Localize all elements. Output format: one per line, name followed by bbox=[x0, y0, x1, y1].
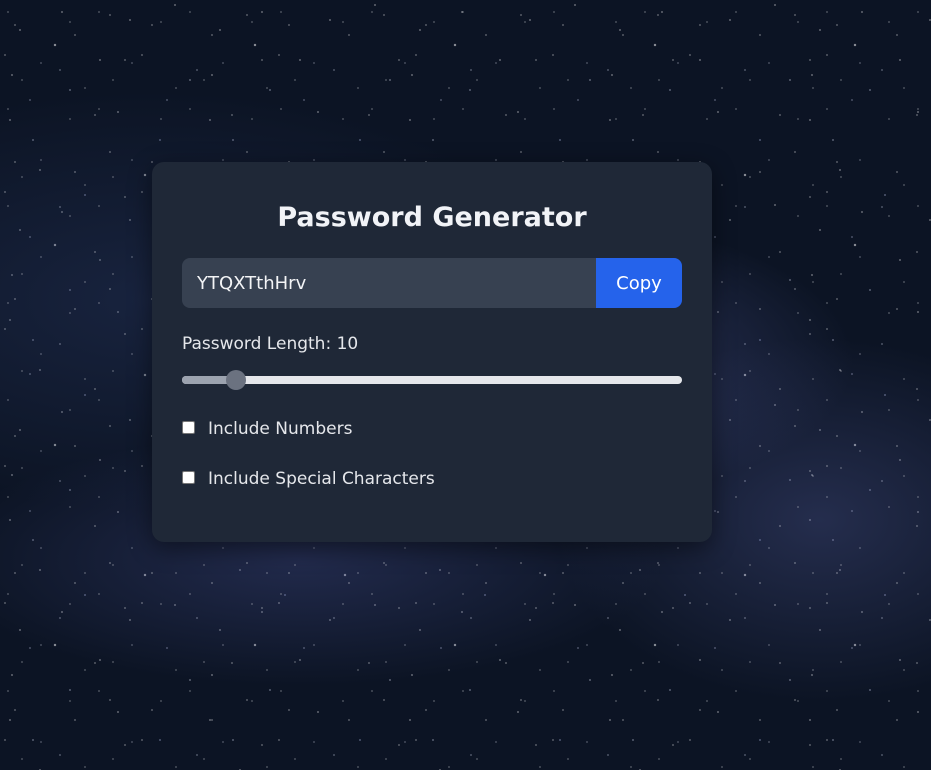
password-length-slider[interactable] bbox=[182, 370, 682, 390]
include-numbers-checkbox[interactable] bbox=[182, 420, 195, 434]
copy-button[interactable]: Copy bbox=[596, 258, 682, 308]
password-length-label: Password Length: 10 bbox=[182, 334, 359, 354]
slider-thumb[interactable] bbox=[225, 370, 246, 390]
slider-track[interactable] bbox=[182, 376, 682, 384]
password-row: Copy bbox=[182, 258, 682, 308]
include-special-characters-label: Include Special Characters bbox=[208, 469, 435, 489]
password-output[interactable] bbox=[182, 258, 596, 308]
option-include-numbers[interactable]: Include Numbers bbox=[182, 418, 682, 440]
page-title: Password Generator bbox=[277, 202, 587, 233]
include-special-characters-checkbox[interactable] bbox=[182, 470, 195, 484]
password-generator-card: Password Generator Copy Password Length:… bbox=[152, 162, 712, 542]
option-include-special-characters[interactable]: Include Special Characters bbox=[182, 468, 682, 490]
include-numbers-label: Include Numbers bbox=[208, 419, 353, 439]
